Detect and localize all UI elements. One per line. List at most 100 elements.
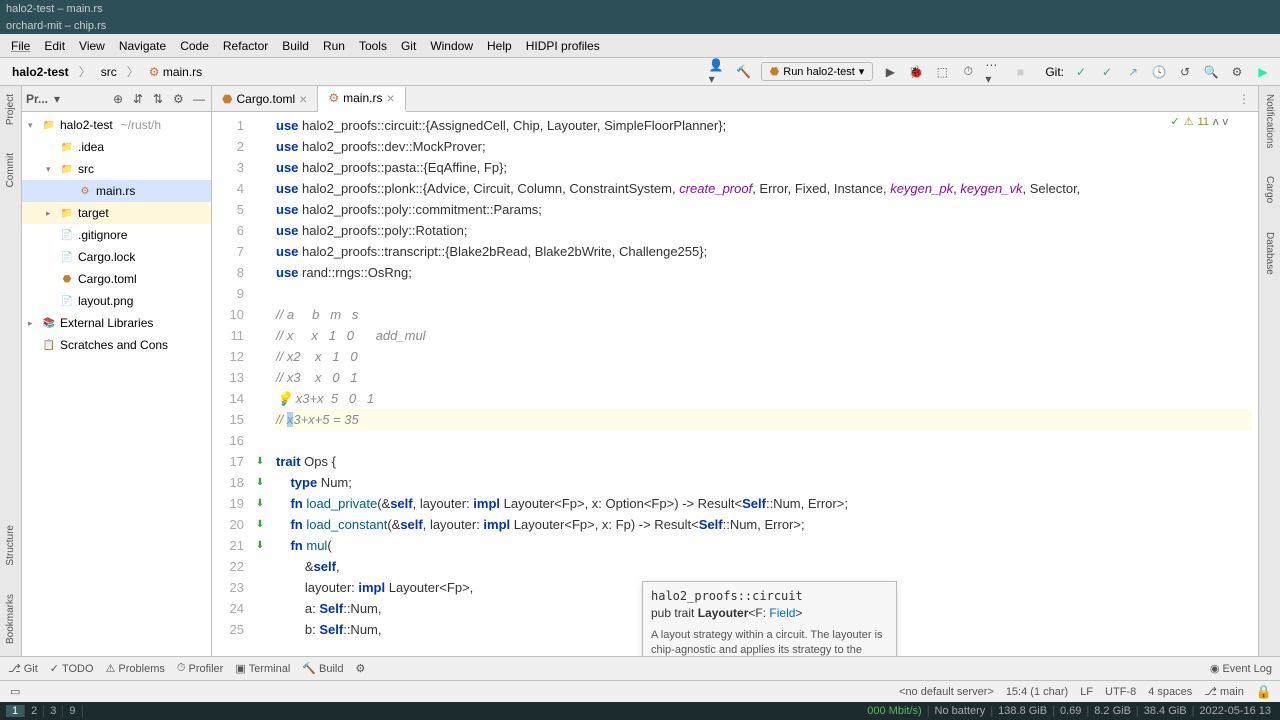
git-push-icon[interactable]: ↗ (1124, 63, 1142, 81)
tree-row[interactable]: ▸📚External Libraries (22, 312, 211, 334)
expand-icon[interactable]: ⇵ (133, 92, 147, 106)
git-history-icon[interactable]: 🕓 (1150, 63, 1168, 81)
status-server[interactable]: <no default server> (899, 686, 994, 698)
stop-icon[interactable]: ■ (1011, 63, 1029, 81)
debug-icon[interactable]: 🐞 (907, 63, 925, 81)
tab-cargo[interactable]: ⬣Cargo.toml× (212, 86, 318, 111)
hide-icon[interactable]: — (193, 92, 207, 106)
tab-main[interactable]: ⚙main.rs× (318, 87, 405, 112)
breadcrumb-file[interactable]: ⚙ main.rs (145, 63, 206, 81)
rail-project[interactable]: Project (3, 90, 18, 129)
close-icon[interactable]: × (386, 90, 394, 106)
tree-row[interactable]: ▾📁halo2-test~/rust/h (22, 114, 211, 136)
tool-todo[interactable]: ✓ TODO (50, 662, 94, 675)
tool-git[interactable]: ⎇ Git (8, 662, 38, 675)
build-icon[interactable]: 🔨 (735, 63, 753, 81)
tree-settings-icon[interactable]: ⚙ (173, 92, 187, 106)
learn-icon[interactable]: ▶ (1254, 63, 1272, 81)
workspace-switcher[interactable]: 1 2 3 9 (6, 705, 83, 717)
tree-row[interactable]: 📄Cargo.lock (22, 246, 211, 268)
status-position[interactable]: 15:4 (1 char) (1006, 686, 1068, 698)
rail-commit[interactable]: Commit (3, 149, 18, 191)
profile-icon[interactable]: ⏱ (959, 63, 977, 81)
menu-edit[interactable]: Edit (37, 37, 72, 55)
right-tool-rail: Notifications Cargo Database (1258, 86, 1280, 656)
tree-row[interactable]: ▸📁target (22, 202, 211, 224)
menu-code[interactable]: Code (173, 37, 216, 55)
sys-battery: No battery (932, 705, 989, 717)
rail-cargo[interactable]: Cargo (1262, 172, 1277, 207)
inspection-widget[interactable]: ✓ ⚠11 ʌv (1170, 115, 1228, 128)
tree-row[interactable]: 📁.idea (22, 136, 211, 158)
sys-time: 2022-05-16 13 (1196, 705, 1274, 717)
menu-window[interactable]: Window (423, 37, 480, 55)
tool-settings-icon[interactable]: ⚙ (355, 662, 365, 675)
tree-row[interactable]: ⚙main.rs (22, 180, 211, 202)
status-indent[interactable]: 4 spaces (1148, 686, 1192, 698)
menu-refactor[interactable]: Refactor (216, 37, 275, 55)
navbar: halo2-test 〉 src 〉 ⚙ main.rs 👤▾ 🔨 ⬣Run h… (0, 58, 1280, 86)
tree-row[interactable]: 📄layout.png (22, 290, 211, 312)
status-bar: ▭ <no default server> 15:4 (1 char) LF U… (0, 680, 1280, 702)
tree-row[interactable]: ⬣Cargo.toml (22, 268, 211, 290)
ide-settings-icon[interactable]: ⚙ (1228, 63, 1246, 81)
editor-menu-icon[interactable]: ⋮ (1230, 92, 1258, 106)
left-tool-rail: Project Commit Structure Bookmarks (0, 86, 22, 656)
menu-build[interactable]: Build (275, 37, 316, 55)
git-label: Git: (1045, 65, 1064, 79)
git-rollback-icon[interactable]: ↺ (1176, 63, 1194, 81)
lock-icon[interactable]: 🔒 (1256, 684, 1272, 700)
run-config-selector[interactable]: ⬣Run halo2-test▾ (761, 62, 874, 81)
close-icon[interactable]: × (299, 91, 307, 107)
git-update-icon[interactable]: ✓ (1072, 63, 1090, 81)
rail-notifications[interactable]: Notifications (1262, 90, 1277, 152)
run-icon[interactable]: ▶ (881, 63, 899, 81)
project-tree: Pr...▾ ⊕ ⇵ ⇅ ⚙ — ▾📁halo2-test~/rust/h📁.i… (22, 86, 212, 656)
status-encoding[interactable]: UTF-8 (1105, 686, 1136, 698)
sys-disk: 8.2 GiB (1091, 705, 1134, 717)
status-eol[interactable]: LF (1080, 686, 1093, 698)
tool-build[interactable]: 🔨 Build (302, 662, 343, 675)
git-commit-icon[interactable]: ✓ (1098, 63, 1116, 81)
window-titlebar: halo2-test – main.rs (0, 0, 1280, 17)
tree-row[interactable]: ▾📁src (22, 158, 211, 180)
menu-git[interactable]: Git (394, 37, 423, 55)
tree-row[interactable]: 📄.gitignore (22, 224, 211, 246)
menu-file[interactable]: File (4, 37, 37, 55)
attach-icon[interactable]: ⋯▾ (985, 63, 1003, 81)
tool-profiler[interactable]: ⏱ Profiler (177, 662, 223, 675)
status-quick-icon[interactable]: ▭ (10, 685, 20, 698)
tool-problems[interactable]: ⚠ Problems (106, 662, 165, 675)
menubar: File Edit View Navigate Code Refactor Bu… (0, 34, 1280, 58)
status-branch[interactable]: ⎇ main (1204, 685, 1244, 698)
breadcrumb-folder[interactable]: src (97, 63, 121, 81)
menu-run[interactable]: Run (316, 37, 352, 55)
locate-icon[interactable]: ⊕ (113, 92, 127, 106)
bottom-toolbar: ⎇ Git ✓ TODO ⚠ Problems ⏱ Profiler ▣ Ter… (0, 656, 1280, 680)
menu-view[interactable]: View (72, 37, 112, 55)
editor-area: ⬣Cargo.toml× ⚙main.rs× ⋮ 123456789101112… (212, 86, 1258, 656)
tree-row[interactable]: 📋Scratches and Cons (22, 334, 211, 356)
add-config-icon[interactable]: 👤▾ (709, 63, 727, 81)
coverage-icon[interactable]: ⬚ (933, 63, 951, 81)
code-body[interactable]: 1234567891011121314151617181920212223242… (212, 112, 1258, 656)
tool-eventlog[interactable]: ◉ Event Log (1210, 662, 1272, 675)
menu-navigate[interactable]: Navigate (112, 37, 173, 55)
sys-temp: 38.4 GiB (1141, 705, 1190, 717)
collapse-icon[interactable]: ⇅ (153, 92, 167, 106)
sys-mem: 138.8 GiB (995, 705, 1050, 717)
quick-doc-popup: halo2_proofs::circuit pub trait Layouter… (642, 581, 897, 656)
project-toolbar: Pr...▾ ⊕ ⇵ ⇅ ⚙ — (22, 86, 211, 112)
editor-tabs: ⬣Cargo.toml× ⚙main.rs× ⋮ (212, 86, 1258, 112)
breadcrumb-project[interactable]: halo2-test (8, 63, 73, 81)
menu-hidpi[interactable]: HIDPI profiles (519, 37, 607, 55)
rail-database[interactable]: Database (1262, 228, 1277, 279)
os-tabbar: orchard-mit – chip.rs (0, 17, 1280, 34)
sys-net: 000 Mbit/s) (864, 705, 924, 717)
search-icon[interactable]: 🔍 (1202, 63, 1220, 81)
rail-structure[interactable]: Structure (3, 521, 18, 570)
tool-terminal[interactable]: ▣ Terminal (235, 662, 290, 675)
rail-bookmarks[interactable]: Bookmarks (3, 590, 18, 648)
menu-tools[interactable]: Tools (352, 37, 394, 55)
menu-help[interactable]: Help (480, 37, 519, 55)
